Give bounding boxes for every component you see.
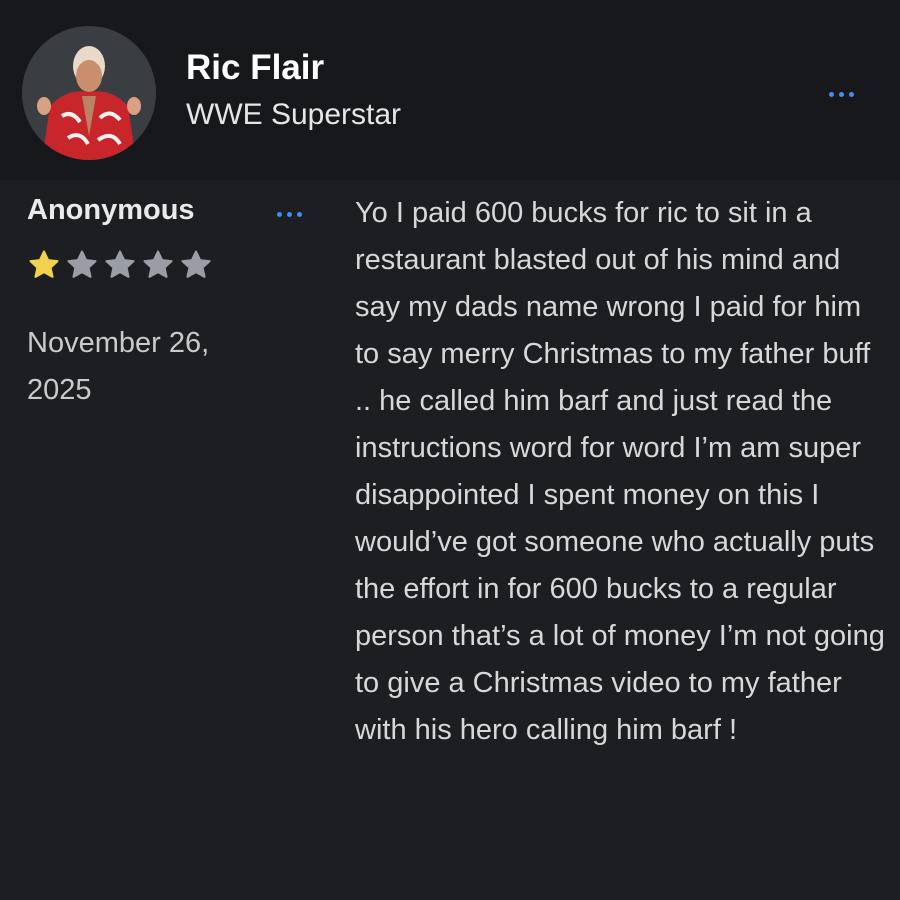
star-empty-icon: [181, 250, 211, 278]
review-more-options-icon[interactable]: [277, 212, 302, 217]
profile-subtitle: WWE Superstar: [186, 98, 402, 131]
more-options-icon[interactable]: [829, 92, 854, 97]
star-empty-icon: [105, 250, 135, 278]
profile-photo: [22, 26, 156, 160]
review-date: November 26, 2025: [27, 327, 210, 406]
review-author: Anonymous: [27, 194, 195, 226]
star-rating: [27, 248, 213, 282]
review-body: Yo I paid 600 bucks for ric to sit in a …: [355, 197, 885, 746]
profile-name: Ric Flair: [186, 48, 325, 87]
avatar[interactable]: [22, 26, 156, 160]
star-filled-icon: [29, 250, 59, 278]
star-empty-icon: [67, 250, 97, 278]
star-empty-icon: [143, 250, 173, 278]
profile-header: Ric Flair WWE Superstar: [0, 0, 900, 180]
